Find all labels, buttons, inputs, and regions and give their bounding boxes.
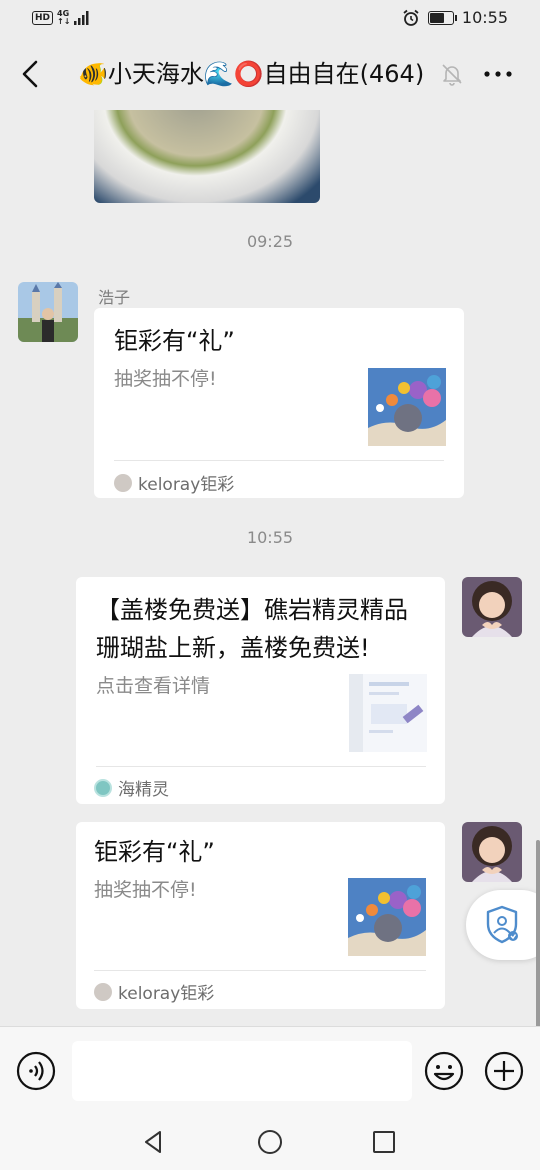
avatar-self[interactable] <box>462 577 522 637</box>
card-title-line2: 珊瑚盐上新，盖楼免费送! <box>96 634 370 662</box>
scrollbar[interactable] <box>536 840 540 1030</box>
sender-name: 浩子 <box>98 288 131 307</box>
status-left: HD 4G ↑↓ <box>32 10 90 26</box>
card-divider <box>96 766 426 767</box>
card-source: keloray钜彩 <box>94 979 214 1004</box>
voice-icon[interactable] <box>16 1051 56 1091</box>
avatar-haozi[interactable] <box>18 282 78 342</box>
nav-home-icon[interactable] <box>256 1128 284 1156</box>
network-indicator: 4G ↑↓ <box>57 10 70 26</box>
status-time: 10:55 <box>461 8 508 27</box>
floating-security-button[interactable] <box>466 890 540 960</box>
back-icon[interactable] <box>14 54 50 94</box>
card-source: keloray钜彩 <box>114 470 234 495</box>
link-card[interactable]: 【盖楼免费送】礁岩精灵精品 珊瑚盐上新，盖楼免费送! 点击查看详情 海精灵 <box>76 577 445 804</box>
source-name: 海精灵 <box>118 780 169 800</box>
nav-recent-icon[interactable] <box>370 1128 398 1156</box>
source-logo-icon <box>94 982 112 1001</box>
timestamp: 10:55 <box>246 528 294 547</box>
source-logo-icon <box>94 778 112 797</box>
avatar-self[interactable] <box>462 822 522 882</box>
shield-icon <box>486 905 518 944</box>
chat-messages[interactable]: 09:25 浩子 钜彩有“礼” 抽奖抽不停! keloray钜彩 10:55 【… <box>0 110 540 1026</box>
mute-icon <box>442 64 462 86</box>
card-title: 钜彩有“礼” <box>114 327 235 355</box>
signal-icon <box>74 11 89 25</box>
card-thumbnail <box>368 368 446 446</box>
card-divider <box>94 970 426 971</box>
source-name: keloray钜彩 <box>138 475 235 495</box>
system-navigation <box>0 1114 540 1170</box>
card-description: 抽奖抽不停! <box>94 879 197 901</box>
card-title: 钜彩有“礼” <box>94 838 215 866</box>
card-divider <box>114 460 444 461</box>
source-logo-icon <box>114 473 132 492</box>
battery-level <box>429 12 444 23</box>
card-thumbnail <box>348 878 426 956</box>
chat-title: 🐠小天海水🌊⭕自由自在(464) <box>78 60 425 88</box>
emoji-icon[interactable] <box>424 1051 464 1091</box>
card-description: 点击查看详情 <box>96 675 211 697</box>
status-bar: HD 4G ↑↓ 10:55 <box>0 0 540 38</box>
card-thumbnail <box>349 674 427 752</box>
alarm-icon <box>403 9 419 26</box>
chat-header: 🐠小天海水🌊⭕自由自在(464) <box>0 38 540 110</box>
status-right: 10:55 <box>402 8 508 27</box>
nav-back-icon[interactable] <box>140 1128 168 1156</box>
message-input[interactable] <box>72 1041 412 1101</box>
link-card[interactable]: 钜彩有“礼” 抽奖抽不停! keloray钜彩 <box>94 308 464 498</box>
battery-icon <box>427 10 457 25</box>
source-name: keloray钜彩 <box>118 984 215 1004</box>
input-bar <box>0 1026 540 1115</box>
card-source: 海精灵 <box>94 775 169 800</box>
plus-icon[interactable] <box>484 1051 524 1091</box>
card-title-line1: 【盖楼免费送】礁岩精灵精品 <box>96 596 408 624</box>
coral-image-message[interactable] <box>94 110 320 203</box>
more-icon[interactable] <box>482 64 514 84</box>
timestamp: 09:25 <box>246 232 294 251</box>
link-card[interactable]: 钜彩有“礼” 抽奖抽不停! keloray钜彩 <box>76 822 445 1009</box>
hd-badge: HD <box>32 11 54 25</box>
card-description: 抽奖抽不停! <box>114 368 217 390</box>
network-arrows: ↑↓ <box>57 17 71 26</box>
